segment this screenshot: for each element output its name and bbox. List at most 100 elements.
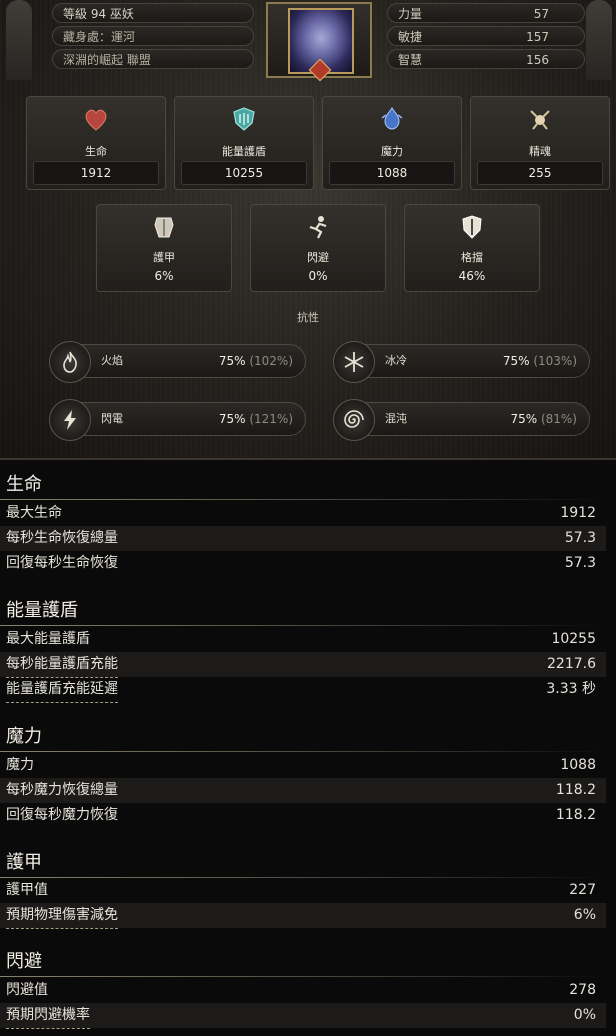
stat-row[interactable]: 預期物理傷害減免 6% [0, 903, 606, 929]
mana-icon [381, 107, 403, 130]
defense-stat-block[interactable]: 格擋 46% [404, 204, 540, 292]
stat-value: 6% [154, 269, 174, 283]
stat-row-value: 278 [569, 982, 596, 998]
stat-label: 魔力 [381, 145, 403, 158]
resistance-name: 冰冷 [385, 354, 407, 367]
level-class-line: 等級 94 巫妖 [52, 3, 254, 23]
stat-row-label: 預期物理傷害減免 [6, 903, 118, 929]
spirit-icon [530, 110, 550, 130]
section-title-energy-shield: 能量護盾 [6, 600, 78, 621]
attribute-name: 敏捷 [398, 30, 423, 44]
heart-icon [85, 109, 107, 131]
stat-row-value: 3.33 秒 [546, 681, 596, 697]
attribute-dexterity: 敏捷 157 [387, 26, 585, 46]
stat-value: 10255 [181, 161, 307, 185]
stat-row[interactable]: 每秒生命恢復總量 57.3 [0, 526, 606, 551]
stat-row-value: 118.2 [555, 782, 596, 798]
character-header-panel: 等級 94 巫妖 藏身處：運河 深淵的崛起 聯盟 力量 57 敏捷 157 智慧… [0, 0, 616, 460]
stat-row-label: 每秒生命恢復總量 [6, 530, 118, 546]
stat-row-value: 6% [573, 907, 596, 923]
character-portrait [266, 2, 372, 82]
stat-row[interactable]: 回復每秒生命恢復 57.3 [0, 551, 606, 576]
section-title-life: 生命 [6, 474, 42, 495]
stat-row-value: 10255 [551, 631, 596, 647]
stat-row[interactable]: 能量護盾充能延遲 3.33 秒 [0, 677, 606, 703]
stat-row-label: 能量護盾充能延遲 [6, 677, 118, 703]
hideout-line: 藏身處：運河 [52, 26, 254, 46]
league-line: 深淵的崛起 聯盟 [52, 49, 254, 69]
attribute-value: 157 [526, 30, 549, 44]
resistance-lightning[interactable]: 閃電 75% (121%) [49, 399, 306, 441]
armour-icon [154, 217, 174, 238]
resistance-current: 75% [502, 354, 530, 368]
stat-value: 0% [308, 269, 328, 283]
snowflake-icon [333, 341, 375, 383]
resistance-current: 75% [510, 412, 538, 426]
resistance-cold[interactable]: 冰冷 75% (103%) [333, 341, 590, 383]
stat-row[interactable]: 最大生命 1912 [0, 501, 606, 526]
stat-row-value: 57.3 [564, 530, 596, 546]
core-stat-energy-shield[interactable]: 能量護盾 10255 [174, 96, 314, 190]
resistance-max: (103%) [533, 354, 577, 368]
resistance-value: 75% (81%) [510, 403, 577, 435]
evasion-icon [309, 216, 327, 239]
resistance-name: 混沌 [385, 412, 407, 425]
stat-row-value: 227 [569, 882, 596, 898]
stat-row[interactable]: 每秒魔力恢復總量 118.2 [0, 778, 606, 803]
stat-row-label: 每秒能量護盾充能 [6, 652, 118, 678]
stat-value: 1088 [329, 161, 455, 185]
section-divider [0, 751, 606, 752]
stat-value: 1912 [33, 161, 159, 185]
section-divider [0, 499, 606, 500]
stat-value: 46% [458, 269, 486, 283]
stat-label: 閃避 [307, 251, 329, 264]
stat-label: 護甲 [153, 251, 175, 264]
attribute-value: 156 [526, 53, 549, 67]
stat-row-label: 護甲值 [6, 878, 48, 904]
stat-row[interactable]: 每秒能量護盾充能 2217.6 [0, 652, 606, 678]
stat-row-label: 每秒魔力恢復總量 [6, 782, 118, 798]
resistance-value: 75% (103%) [503, 345, 577, 377]
stat-row[interactable]: 護甲值 227 [0, 878, 606, 904]
stat-row-label: 閃避值 [6, 978, 48, 1004]
section-title-mana: 魔力 [6, 726, 42, 747]
stat-row-value: 2217.6 [547, 656, 596, 672]
stat-label: 生命 [85, 145, 107, 158]
resistance-current: 75% [218, 412, 246, 426]
lightning-icon [49, 399, 91, 441]
right-statue-ornament [586, 0, 612, 80]
stat-row[interactable]: 預期閃避機率 0% [0, 1003, 606, 1029]
resistance-max: (121%) [249, 412, 293, 426]
attribute-name: 力量 [398, 7, 423, 21]
stat-row-value: 118.2 [555, 807, 596, 823]
resistance-max: (102%) [249, 354, 293, 368]
stat-row[interactable]: 回復每秒魔力恢復 118.2 [0, 803, 606, 828]
core-stat-life[interactable]: 生命 1912 [26, 96, 166, 190]
resistances-title: 抗性 [297, 311, 319, 324]
core-stat-spirit[interactable]: 精魂 255 [470, 96, 610, 190]
stat-row[interactable]: 魔力 1088 [0, 753, 606, 778]
resistance-name: 火焰 [101, 354, 123, 367]
defense-stat-armour[interactable]: 護甲 6% [96, 204, 232, 292]
stat-row[interactable]: 最大能量護盾 10255 [0, 627, 606, 653]
chaos-spiral-icon [333, 399, 375, 441]
left-statue-ornament [6, 0, 32, 80]
stat-row-label: 魔力 [6, 757, 34, 773]
section-divider [0, 625, 606, 626]
resistance-value: 75% (102%) [219, 345, 293, 377]
stat-row[interactable]: 閃避值 278 [0, 978, 606, 1004]
stat-row-label: 回復每秒生命恢復 [6, 555, 118, 571]
resistance-fire[interactable]: 火焰 75% (102%) [49, 341, 306, 383]
resistance-current: 75% [218, 354, 246, 368]
resistance-chaos[interactable]: 混沌 75% (81%) [333, 399, 590, 441]
section-title-armour: 護甲 [6, 852, 42, 873]
stat-row-label: 最大生命 [6, 505, 62, 521]
core-stat-mana[interactable]: 魔力 1088 [322, 96, 462, 190]
stat-row-value: 1088 [560, 757, 596, 773]
defense-stat-evasion[interactable]: 閃避 0% [250, 204, 386, 292]
attribute-value: 57 [533, 7, 549, 21]
attribute-intelligence: 智慧 156 [387, 49, 585, 69]
stat-row-value: 0% [573, 1007, 596, 1023]
stat-row-value: 57.3 [564, 555, 596, 571]
stat-row-label: 回復每秒魔力恢復 [6, 807, 118, 823]
